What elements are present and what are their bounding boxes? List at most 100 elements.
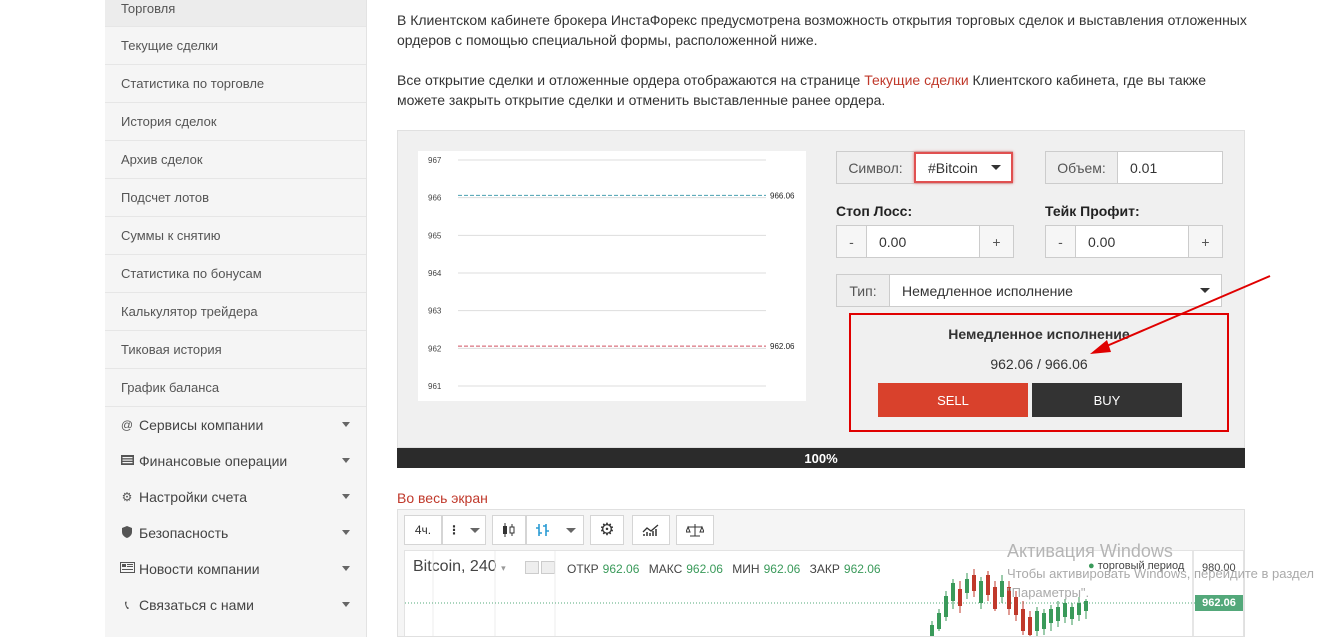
sell-button[interactable]: SELL [878, 383, 1028, 417]
progress-bar: 100% [397, 448, 1245, 468]
candle-body [1000, 581, 1004, 597]
more-vertical-icon: ⋮ [448, 523, 460, 537]
sidebar-item-trading[interactable]: Торговля [105, 0, 366, 27]
progress-label: 100% [804, 450, 838, 466]
sidebar-item-trade-history[interactable]: История сделок [105, 103, 366, 141]
candle-body [1084, 601, 1088, 611]
sidebar-group-services[interactable]: @ Сервисы компании [105, 407, 366, 443]
y-tick-label: 964 [428, 269, 442, 278]
intro-paragraph-2: Все открытие сделки и отложенные ордера … [397, 72, 1206, 108]
candle-body [1056, 607, 1060, 621]
candle-body [986, 575, 990, 595]
windows-activation-watermark: Активация Windows Чтобы активировать Win… [1007, 541, 1314, 600]
candle-body [979, 581, 983, 603]
y-tick-label: 962 [428, 344, 442, 353]
settings-gear-icon[interactable]: ⚙ [590, 515, 624, 545]
caret-down-icon [342, 494, 350, 499]
chevron-down-icon [565, 527, 576, 533]
candle-body [1049, 609, 1053, 623]
candle-body [993, 587, 997, 609]
current-trades-link[interactable]: Текущие сделки [864, 72, 968, 88]
sidebar-item-trade-archive[interactable]: Архив сделок [105, 141, 366, 179]
take-profit-plus-button[interactable]: + [1188, 226, 1222, 257]
y-tick-label: 965 [428, 231, 442, 240]
indicators-icon[interactable] [632, 515, 670, 545]
y-tick-label: 966 [428, 194, 442, 203]
candle-body [1021, 609, 1025, 631]
price-chart: 967 966 965 964 963 962 961 966.06 962.06 [418, 151, 806, 401]
candles-icon[interactable] [492, 515, 526, 545]
sidebar-item-tick-history[interactable]: Тиковая история [105, 331, 366, 369]
shield-icon [119, 525, 135, 541]
candle-body [1070, 607, 1074, 619]
candle-body [1042, 613, 1046, 629]
take-profit-minus-button[interactable]: - [1046, 226, 1076, 257]
candle-body [951, 583, 955, 601]
sidebar-group-news[interactable]: Новости компании [105, 551, 366, 587]
sidebar-item-trading-stats[interactable]: Статистика по торговле [105, 65, 366, 103]
y-tick-label: 967 [428, 156, 442, 165]
price-chart-svg: 967 966 965 964 963 962 961 966.06 962.06 [428, 156, 795, 391]
sidebar-item-current-trades[interactable]: Текущие сделки [105, 27, 366, 65]
chevron-down-icon [991, 165, 1001, 170]
fullscreen-link[interactable]: Во весь экран [397, 490, 488, 506]
sidebar-group-finance[interactable]: Финансовые операции [105, 443, 366, 479]
price-line-label: 962.06 [770, 342, 795, 351]
candle-body [972, 575, 976, 591]
bars-style-button[interactable] [526, 515, 584, 545]
sidebar-item-trader-calculator[interactable]: Калькулятор трейдера [105, 293, 366, 331]
order-type-label: Тип: [837, 275, 890, 306]
phone-icon: 📞︎ [124, 597, 130, 612]
y-tick-label: 961 [428, 382, 442, 391]
volume-field: Объем: 0.01 [1045, 151, 1223, 184]
caret-down-icon [342, 602, 350, 607]
take-profit-input[interactable]: 0.00 [1076, 234, 1188, 250]
buy-button[interactable]: BUY [1032, 383, 1182, 417]
symbol-select[interactable]: #Bitcoin [914, 152, 1013, 183]
newspaper-icon [119, 562, 135, 576]
chevron-down-icon [470, 527, 480, 533]
sidebar-item-withdraw-amounts[interactable]: Суммы к снятию [105, 217, 366, 255]
intro-paragraph-1: В Клиентском кабинете брокера ИнстаФорек… [397, 12, 1247, 48]
interval-button[interactable]: 4ч. [404, 515, 442, 545]
sidebar: Торговля Текущие сделки Статистика по то… [105, 0, 367, 637]
interval-menu-button[interactable]: ⋮ [442, 515, 486, 545]
stop-loss-minus-button[interactable]: - [837, 226, 867, 257]
candle-body [944, 596, 948, 617]
take-profit-label: Тейк Профит: [1045, 203, 1140, 219]
candle-body [965, 579, 969, 593]
volume-label: Объем: [1046, 152, 1118, 183]
caret-down-icon [342, 566, 350, 571]
candle-body [937, 613, 941, 629]
sidebar-group-security[interactable]: Безопасность [105, 515, 366, 551]
bars-icon [535, 524, 549, 536]
y-tick-label: 963 [428, 307, 442, 316]
candle-body [930, 625, 934, 636]
compare-scales-icon[interactable] [676, 515, 714, 545]
stop-loss-plus-button[interactable]: + [979, 226, 1013, 257]
candle-body [1077, 603, 1081, 615]
sidebar-group-contact[interactable]: 📞︎ Связаться с нами [105, 587, 366, 623]
price-line-label: 966.06 [770, 191, 795, 200]
stop-loss-input[interactable]: 0.00 [867, 234, 979, 250]
stop-loss-label: Стоп Лосс: [836, 203, 913, 219]
stop-loss-stepper: - 0.00 + [836, 225, 1014, 258]
volume-input[interactable]: 0.01 [1118, 160, 1157, 176]
sidebar-item-bonus-stats[interactable]: Статистика по бонусам [105, 255, 366, 293]
sidebar-group-account-settings[interactable]: ⚙ Настройки счета [105, 479, 366, 515]
sidebar-item-lot-count[interactable]: Подсчет лотов [105, 179, 366, 217]
gear-icon: ⚙ [121, 490, 133, 504]
candle-body [1028, 617, 1032, 635]
candle-body [958, 589, 962, 606]
sidebar-item-balance-chart[interactable]: График баланса [105, 369, 366, 407]
money-icon [119, 454, 135, 468]
caret-down-icon [342, 422, 350, 427]
take-profit-stepper: - 0.00 + [1045, 225, 1223, 258]
symbol-label: Символ: [837, 152, 915, 183]
candle-body [1063, 603, 1067, 617]
candle-body [1035, 611, 1039, 631]
caret-down-icon [342, 458, 350, 463]
annotation-arrow-icon [1090, 275, 1271, 354]
at-icon: @ [120, 418, 134, 432]
caret-down-icon [342, 530, 350, 535]
